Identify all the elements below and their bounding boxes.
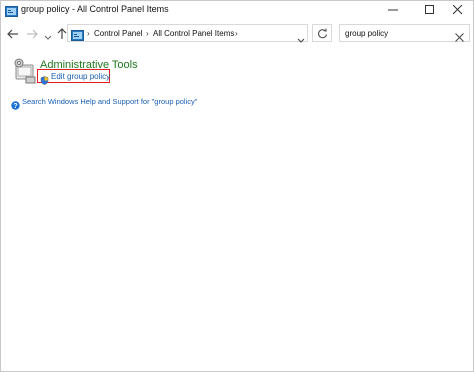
window-title: group policy - All Control Panel Items bbox=[21, 4, 169, 14]
svg-text:?: ? bbox=[13, 103, 17, 110]
minimize-icon bbox=[388, 9, 398, 11]
breadcrumb-all-items[interactable]: All Control Panel Items bbox=[153, 29, 234, 38]
breadcrumb-separator[interactable]: › bbox=[87, 29, 90, 38]
maximize-button[interactable] bbox=[415, 1, 445, 19]
search-box[interactable]: group policy bbox=[339, 24, 470, 42]
forward-button[interactable] bbox=[26, 27, 38, 39]
control-panel-icon bbox=[71, 28, 84, 41]
title-bar: group policy - All Control Panel Items bbox=[1, 1, 473, 19]
control-panel-icon bbox=[5, 4, 18, 17]
arrow-left-icon bbox=[7, 29, 18, 39]
address-bar[interactable]: › Control Panel › All Control Panel Item… bbox=[67, 24, 308, 43]
back-button[interactable] bbox=[7, 27, 19, 39]
chevron-down-icon bbox=[297, 38, 305, 43]
maximize-icon bbox=[425, 5, 434, 14]
uac-shield-icon bbox=[40, 72, 49, 85]
close-icon bbox=[453, 5, 463, 15]
breadcrumb-separator[interactable]: › bbox=[235, 29, 238, 38]
administrative-tools-icon[interactable] bbox=[12, 57, 38, 85]
search-input[interactable]: group policy bbox=[345, 29, 388, 38]
chevron-down-icon bbox=[44, 35, 52, 40]
edit-group-policy-link[interactable]: Edit group policy bbox=[37, 69, 110, 85]
help-icon: ? bbox=[11, 97, 20, 110]
refresh-button[interactable] bbox=[312, 24, 332, 42]
close-button[interactable] bbox=[443, 1, 473, 19]
search-help-link[interactable]: Search Windows Help and Support for "gro… bbox=[22, 97, 197, 106]
refresh-icon bbox=[318, 28, 327, 39]
clear-search-button[interactable] bbox=[455, 29, 464, 42]
breadcrumb-separator[interactable]: › bbox=[146, 29, 149, 38]
arrow-right-icon bbox=[27, 29, 38, 39]
breadcrumb-control-panel[interactable]: Control Panel bbox=[94, 29, 142, 38]
recent-locations-button[interactable] bbox=[44, 29, 52, 40]
control-panel-window: group policy - All Control Panel Items ›… bbox=[0, 0, 474, 372]
minimize-button[interactable] bbox=[378, 1, 408, 19]
address-history-button[interactable] bbox=[297, 31, 305, 43]
navigation-bar: › Control Panel › All Control Panel Item… bbox=[1, 23, 473, 43]
task-label[interactable]: Edit group policy bbox=[51, 72, 110, 81]
close-icon bbox=[455, 33, 464, 42]
